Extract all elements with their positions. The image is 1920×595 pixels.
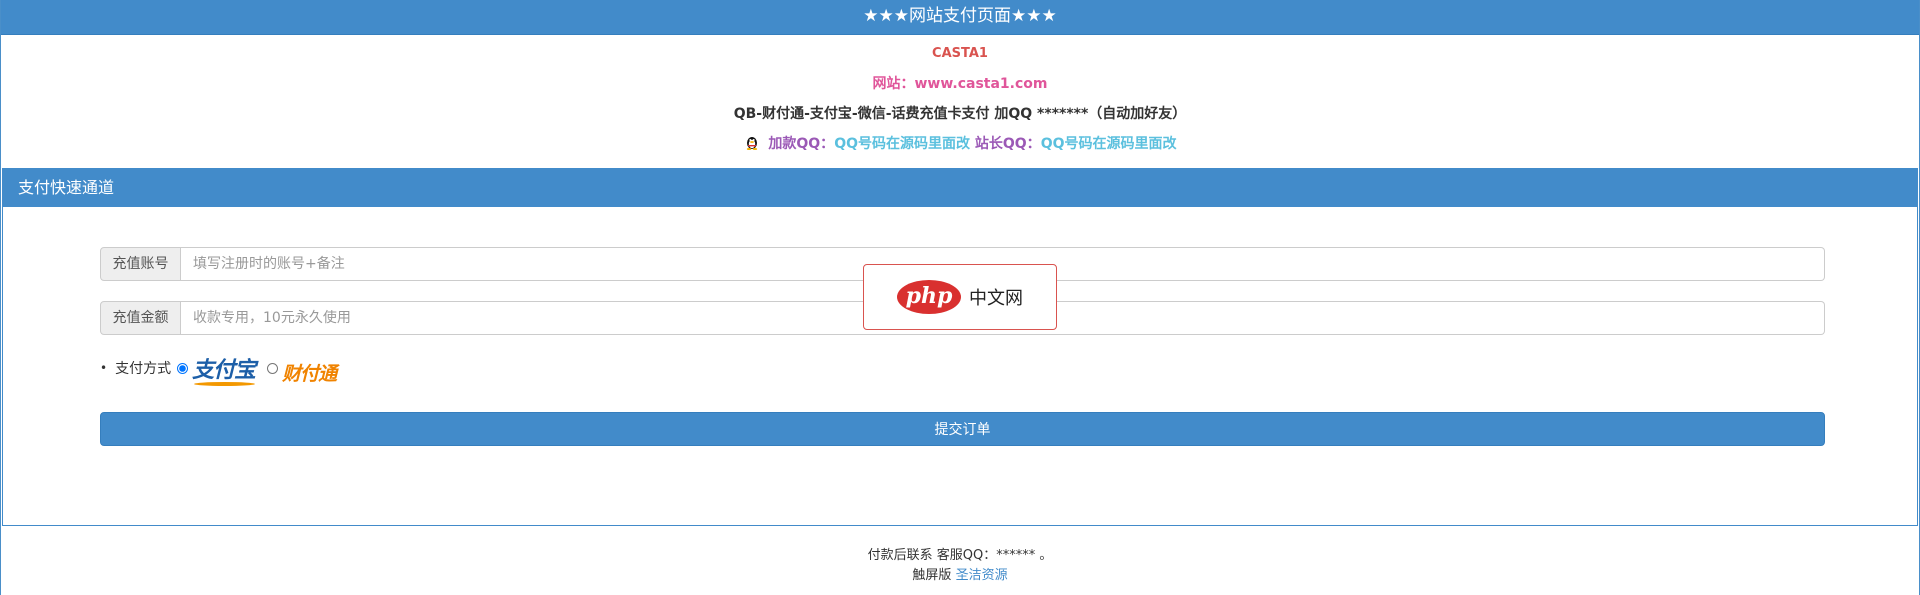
- edition-label: 触屏版: [912, 568, 956, 583]
- footer-edition: 触屏版 圣洁资源: [1, 566, 1919, 586]
- penguin-icon: [746, 137, 757, 150]
- bullet-icon: •: [100, 361, 108, 375]
- account-label: 充值账号: [100, 247, 181, 281]
- qq-value-admin: QQ号码在源码里面改: [1040, 136, 1177, 152]
- qq-value-recharge: QQ号码在源码里面改: [834, 136, 970, 152]
- tenpay-logo[interactable]: 财付通: [282, 359, 337, 386]
- alipay-radio[interactable]: [177, 362, 189, 374]
- edition-link[interactable]: 圣洁资源: [956, 568, 1008, 583]
- submit-order-button[interactable]: 提交订单: [100, 412, 1825, 446]
- php-cn-watermark: php 中文网: [863, 264, 1057, 330]
- tenpay-radio[interactable]: [267, 362, 279, 374]
- panel-title: 支付快速通道: [3, 169, 1917, 207]
- qq-contact-line: 加款QQ：QQ号码在源码里面改 站长QQ：QQ号码在源码里面改: [1, 129, 1919, 159]
- payment-panel: 支付快速通道 充值账号 充值金额 • 支付方式 支付宝 财付通 提交订单: [2, 168, 1918, 526]
- qq-label-recharge: 加款QQ：: [768, 136, 835, 152]
- php-logo: php: [897, 280, 961, 314]
- site-info: CASTA1 网站：www.casta1.com QB-财付通-支付宝-微信-话…: [1, 35, 1919, 159]
- qq-label-admin: 站长QQ：: [970, 136, 1041, 152]
- page-header: ★★★网站支付页面★★★: [1, 0, 1919, 35]
- site-name: CASTA1: [932, 46, 988, 61]
- page-footer: 付款后联系 客服QQ：****** 。 触屏版 圣洁资源: [1, 546, 1919, 586]
- watermark-text: 中文网: [969, 288, 1023, 309]
- payment-page: ★★★网站支付页面★★★ CASTA1 网站：www.casta1.com QB…: [0, 0, 1920, 595]
- footer-contact: 付款后联系 客服QQ：****** 。: [867, 548, 1053, 563]
- pay-method-label: 支付方式: [115, 361, 172, 377]
- site-url: 网站：www.casta1.com: [872, 76, 1048, 92]
- alipay-logo[interactable]: 支付宝: [192, 352, 256, 386]
- amount-label: 充值金额: [100, 301, 181, 335]
- service-description: QB-财付通-支付宝-微信-话费充值卡支付 加QQ *******（自动加好友）: [733, 106, 1187, 122]
- pay-method-row: • 支付方式 支付宝 财付通: [100, 352, 337, 386]
- page-title: ★★★网站支付页面★★★: [863, 6, 1057, 26]
